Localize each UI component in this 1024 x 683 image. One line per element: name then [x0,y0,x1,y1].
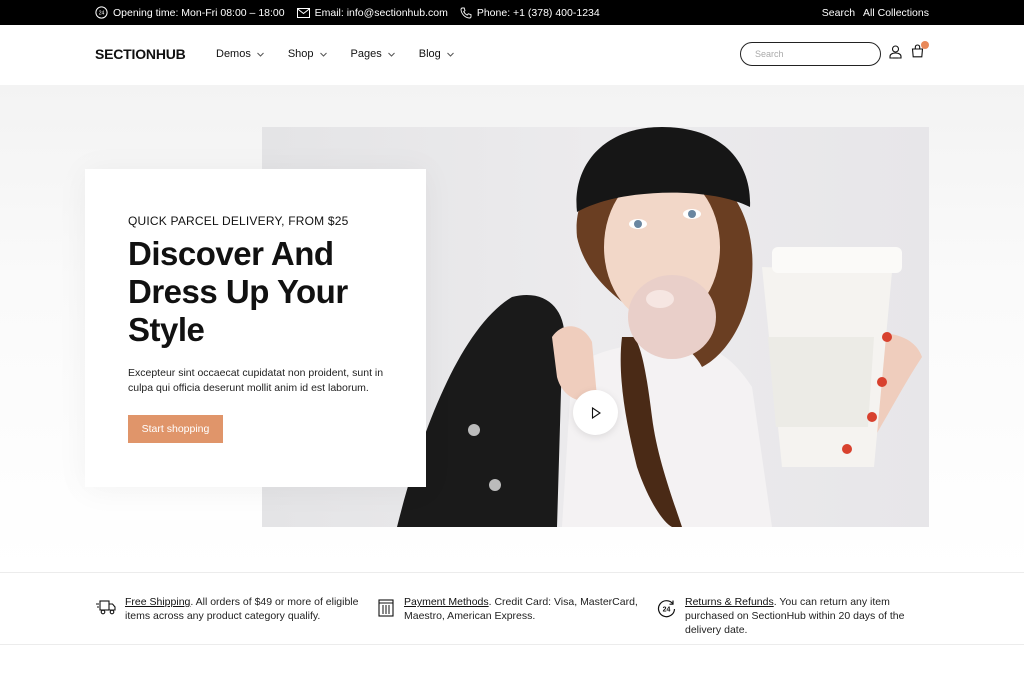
chevron-down-icon [319,52,327,57]
nav-item-label: Blog [418,48,441,60]
top-bar: 24 Opening time: Mon-Fri 08:00 – 18:00 E… [0,0,1024,25]
nav-item-label: Shop [287,48,314,60]
payment-icon [378,599,394,617]
phone-text[interactable]: Phone: +1 (378) 400-1234 [477,7,600,19]
nav-item-label: Demos [216,48,251,60]
top-search-link[interactable]: Search [822,7,855,19]
user-icon[interactable] [889,45,902,59]
logo[interactable]: SECTIONHUB [95,46,186,62]
mail-icon [296,7,310,18]
nav-item-label: Pages [350,48,382,60]
play-video-button[interactable] [573,390,618,435]
hero-card: QUICK PARCEL DELIVERY, FROM $25 Discover… [85,169,426,487]
opening-time-text: Opening time: Mon-Fri 08:00 – 18:00 [113,6,285,19]
feature-free-shipping: Free Shipping. All orders of $49 or more… [96,595,361,623]
chevron-down-icon [387,52,395,57]
cart-badge [921,41,929,49]
svg-text:24: 24 [99,11,105,17]
feature-text: Payment Methods. Credit Card: Visa, Mast… [404,595,642,623]
features-strip: Free Shipping. All orders of $49 or more… [0,572,1024,645]
returns-24-icon: 24 [657,600,676,618]
opening-time: 24 Opening time: Mon-Fri 08:00 – 18:00 [95,6,285,19]
top-links: Search All Collections [814,0,929,25]
play-icon [591,406,601,419]
email-text[interactable]: Email: info@sectionhub.com [315,7,448,19]
clock-24-icon: 24 [95,6,108,19]
phone-info: Phone: +1 (378) 400-1234 [460,7,600,19]
svg-text:24: 24 [663,607,671,614]
nav-item-blog[interactable]: Blog [419,48,454,60]
main-nav: Demos Shop Pages Blog [216,48,478,60]
phone-icon [460,7,472,18]
nav-item-demos[interactable]: Demos [216,48,264,60]
cart-button[interactable] [911,41,929,63]
feature-text: Free Shipping. All orders of $49 or more… [125,595,361,623]
start-shopping-button[interactable]: Start shopping [128,415,223,443]
hero-description: Excepteur sint occaecat cupidatat non pr… [128,367,384,394]
hero-headline: Discover And Dress Up Your Style [128,235,348,348]
email-info: Email: info@sectionhub.com [296,7,448,19]
feature-text: Returns & Refunds. You can return any it… [685,595,937,637]
nav-item-shop[interactable]: Shop [288,48,327,60]
returns-refunds-link[interactable]: Returns & Refunds [685,596,774,608]
chevron-down-icon [446,52,454,57]
all-collections-link[interactable]: All Collections [863,7,929,19]
chevron-down-icon [256,52,264,57]
payment-methods-link[interactable]: Payment Methods [404,596,489,608]
hero-eyebrow: QUICK PARCEL DELIVERY, FROM $25 [128,214,349,228]
shipping-icon [96,600,116,615]
hero-section: QUICK PARCEL DELIVERY, FROM $25 Discover… [0,85,1024,572]
free-shipping-link[interactable]: Free Shipping [125,596,190,608]
nav-item-pages[interactable]: Pages [351,48,395,60]
main-header: SECTIONHUB Demos Shop Pages Blog [0,25,1024,85]
feature-payment-methods: Payment Methods. Credit Card: Visa, Mast… [377,595,642,623]
search-input[interactable] [740,42,881,66]
contact-info: 24 Opening time: Mon-Fri 08:00 – 18:00 E… [95,0,612,25]
feature-returns-refunds: 24 Returns & Refunds. You can return any… [657,595,937,637]
